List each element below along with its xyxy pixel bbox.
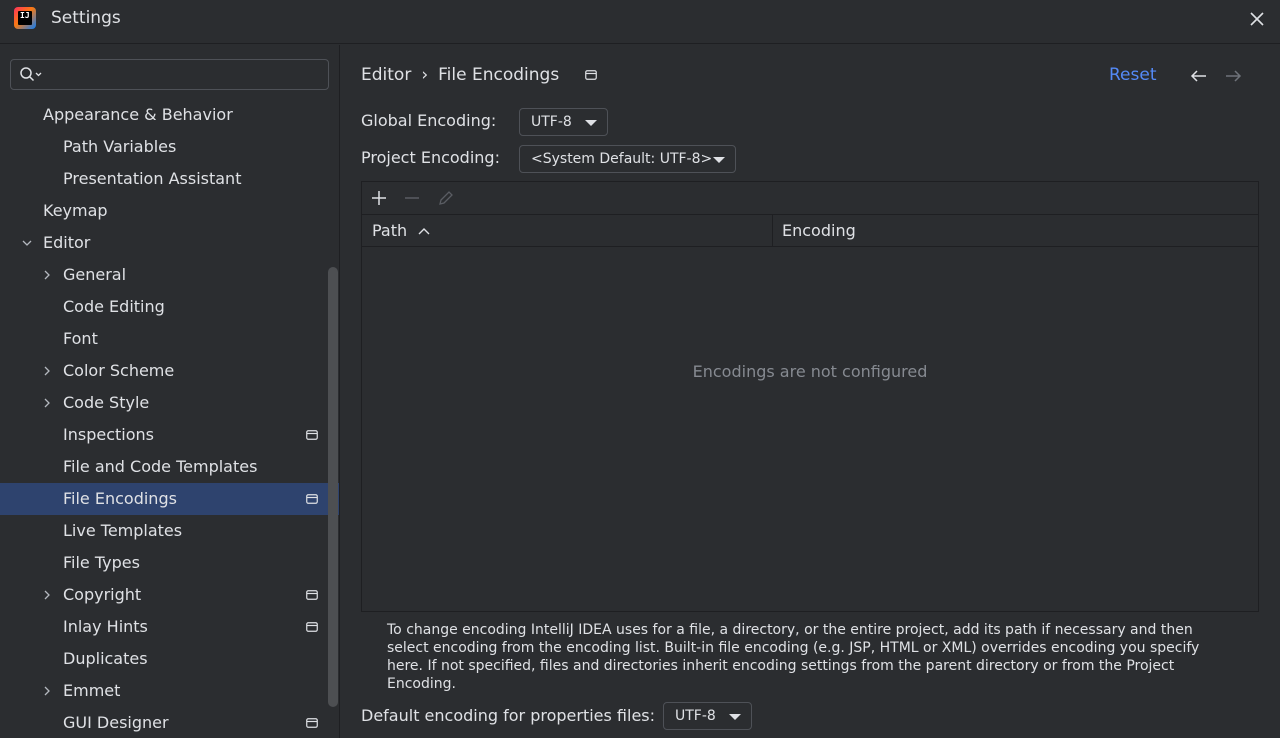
sidebar-item-label: Copyright [63,585,142,604]
sidebar-item-appearance-behavior[interactable]: Appearance & Behavior [0,99,339,131]
sidebar-item-file-and-code-templates[interactable]: File and Code Templates [0,451,339,483]
breadcrumb: Editor › File Encodings [361,65,559,85]
column-header-label: Encoding [782,221,856,240]
sidebar-item-label: File Types [63,553,140,572]
breadcrumb-separator: › [421,65,429,85]
title-bar: IJ Settings [0,0,1280,44]
chevron-right-icon[interactable] [41,685,53,697]
sidebar-item-label: GUI Designer [63,713,169,732]
global-encoding-combo[interactable]: UTF-8 [519,108,608,136]
sidebar-item-label: Inlay Hints [63,617,148,636]
search-input[interactable] [47,64,323,86]
chevron-right-icon[interactable] [41,397,53,409]
project-encoding-value: <System Default: UTF-8> [531,151,713,167]
column-header-encoding[interactable]: Encoding [772,215,1258,247]
encodings-table: Path Encoding Encodings are not configur… [361,181,1259,612]
chevron-right-icon[interactable] [41,269,53,281]
sidebar-item-code-style[interactable]: Code Style [0,387,339,419]
sidebar-item-label: Inspections [63,425,154,444]
sidebar-item-duplicates[interactable]: Duplicates [0,643,339,675]
edit-pencil-icon [439,191,453,205]
sidebar-item-general[interactable]: General [0,259,339,291]
sidebar-item-label: File Encodings [63,489,177,508]
sidebar-item-gui-designer[interactable]: GUI Designer [0,707,339,738]
column-header-label: Path [372,221,408,240]
table-toolbar [362,182,1258,215]
sidebar-item-inlay-hints[interactable]: Inlay Hints [0,611,339,643]
dropdown-arrow-icon [713,157,725,163]
sidebar-item-label: Live Templates [63,521,183,540]
empty-table-message: Encodings are not configured [692,362,928,381]
sidebar-item-color-scheme[interactable]: Color Scheme [0,355,339,387]
sidebar-item-label: Emmet [63,681,121,700]
settings-sidebar: Appearance & Behavior Path Variables Prese… [0,45,340,738]
settings-content: Editor › File Encodings Reset Global Encod… [341,45,1280,738]
window-title: Settings [51,8,121,28]
breadcrumb-parent[interactable]: Editor [361,65,411,85]
close-icon[interactable] [1246,8,1268,30]
project-level-icon [306,590,318,600]
sidebar-item-label: Path Variables [63,137,177,156]
sidebar-item-label: Font [63,329,98,348]
sidebar-item-inspections[interactable]: Inspections [0,419,339,451]
arrow-right-icon [1226,70,1242,82]
sidebar-item-file-encodings[interactable]: File Encodings [0,483,339,515]
chevron-right-icon[interactable] [41,589,53,601]
sidebar-item-label: General [63,265,127,284]
properties-encoding-label: Default encoding for properties files: [361,706,656,725]
dropdown-arrow-icon [729,714,741,720]
properties-encoding-value: UTF-8 [675,708,716,724]
properties-encoding-combo[interactable]: UTF-8 [663,702,752,730]
sidebar-item-file-types[interactable]: File Types [0,547,339,579]
plus-icon[interactable] [370,189,388,207]
sidebar-item-label: Duplicates [63,649,148,668]
minus-icon [405,197,419,199]
sidebar-item-label: Editor [43,233,91,252]
project-level-icon [585,70,597,80]
arrow-left-icon[interactable] [1189,68,1209,84]
sidebar-item-label: Color Scheme [63,361,175,380]
sidebar-item-label: Code Editing [63,297,165,316]
chevron-right-icon[interactable] [41,365,53,377]
help-text: To change encoding IntelliJ IDEA uses fo… [387,622,1200,692]
global-encoding-label: Global Encoding: [361,111,497,130]
sidebar-item-live-templates[interactable]: Live Templates [0,515,339,547]
sidebar-item-label: Presentation Assistant [63,169,242,188]
breadcrumb-current: File Encodings [438,65,560,85]
chevron-down-icon[interactable] [21,237,33,249]
sidebar-item-copyright[interactable]: Copyright [0,579,339,611]
project-level-icon [306,430,318,440]
sidebar-item-path-variables[interactable]: Path Variables [0,131,339,163]
dropdown-arrow-icon [585,120,597,126]
sidebar-item-label: Keymap [43,201,108,220]
project-level-icon [306,494,318,504]
search-field[interactable] [10,59,329,90]
sidebar-item-presentation-assistant[interactable]: Presentation Assistant [0,163,339,195]
reset-link[interactable]: Reset [1109,65,1157,85]
app-logo-icon: IJ [14,7,36,29]
project-encoding-label: Project Encoding: [361,148,500,167]
project-level-icon [306,622,318,632]
sidebar-item-font[interactable]: Font [0,323,339,355]
column-header-path[interactable]: Path [362,215,772,247]
sidebar-scrollbar[interactable] [328,267,338,707]
sidebar-item-emmet[interactable]: Emmet [0,675,339,707]
project-encoding-combo[interactable]: <System Default: UTF-8> [519,145,736,173]
table-header: Path Encoding [362,215,1258,247]
search-icon[interactable] [19,66,43,84]
project-level-icon [306,718,318,728]
sidebar-item-editor[interactable]: Editor [0,227,339,259]
sidebar-item-label: File and Code Templates [63,457,258,476]
sidebar-item-keymap[interactable]: Keymap [0,195,339,227]
sidebar-item-label: Code Style [63,393,150,412]
sort-ascending-icon [418,228,430,235]
global-encoding-value: UTF-8 [531,114,572,130]
sidebar-item-label: Appearance & Behavior [43,105,233,124]
sidebar-item-code-editing[interactable]: Code Editing [0,291,339,323]
